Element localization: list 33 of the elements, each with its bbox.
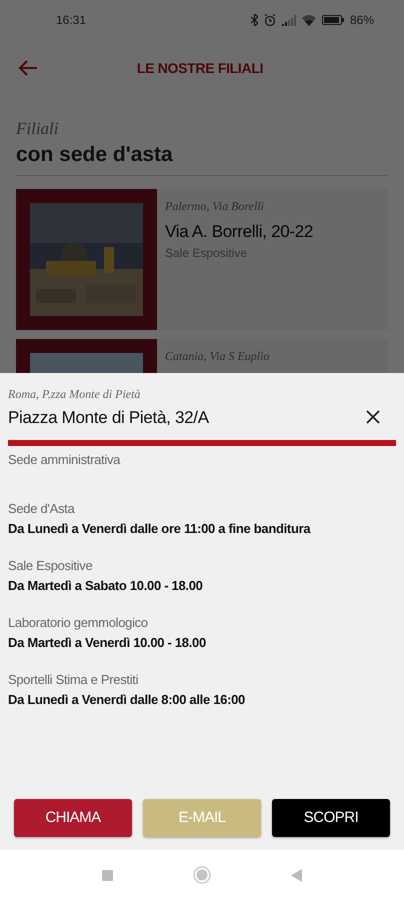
back-icon[interactable] — [291, 868, 302, 882]
battery-icon — [322, 15, 344, 25]
recent-apps-icon[interactable] — [102, 870, 113, 880]
screen-title: LE NOSTRE FILIALI — [136, 58, 264, 78]
action-button[interactable]: SCOPRI — [272, 799, 390, 837]
hours-label: Sportelli Stima e Prestiti — [8, 671, 140, 689]
section-kicker: Filiali — [16, 118, 60, 140]
branch-city: Palermo, Via Borelli — [165, 198, 265, 215]
branch-card[interactable]: Catania, Via S Euplio — [16, 338, 388, 373]
wifi-icon — [302, 14, 316, 26]
action-button[interactable]: CHIAMA — [14, 799, 132, 837]
hours-value: Da Lunedì a Venerdì dalle 8:00 alle 16:00 — [8, 690, 246, 708]
hours-value: Da Lunedì a Venerdì dalle ore 11:00 a fine banditura — [8, 520, 312, 538]
battery-level: 86% — [350, 12, 374, 29]
hours-value: Da Martedì a Sabato 10.00 - 18.00 — [8, 576, 204, 594]
home-icon[interactable] — [193, 866, 211, 884]
hours-value: Da Martedì a Venerdì 10.00 - 18.00 — [8, 634, 207, 652]
branch-city: Catania, Via S Euplio — [165, 348, 270, 365]
section-title: con sede d'asta — [16, 142, 174, 167]
close-icon[interactable] — [366, 410, 380, 424]
branch-address: Via A. Borrelli, 20-22 — [165, 220, 314, 243]
sheet-address: Piazza Monte di Pietà, 32/A — [8, 407, 209, 429]
sheet-type: Sede amministrativa — [8, 450, 122, 468]
alarm-icon — [264, 14, 276, 26]
sheet-city: Roma, P.zza Monte di Pietà — [8, 386, 142, 403]
bluetooth-icon — [250, 14, 258, 26]
hours-label: Laboratorio gemmologico — [8, 614, 149, 632]
hours-label: Sale Espositive — [8, 557, 94, 575]
action-button[interactable]: E-MAIL — [143, 799, 261, 837]
status-time: 16:31 — [56, 12, 86, 29]
hours-label: Sede d'Asta — [8, 500, 76, 518]
signal-icon — [282, 14, 296, 26]
back-arrow-icon[interactable] — [18, 60, 38, 76]
